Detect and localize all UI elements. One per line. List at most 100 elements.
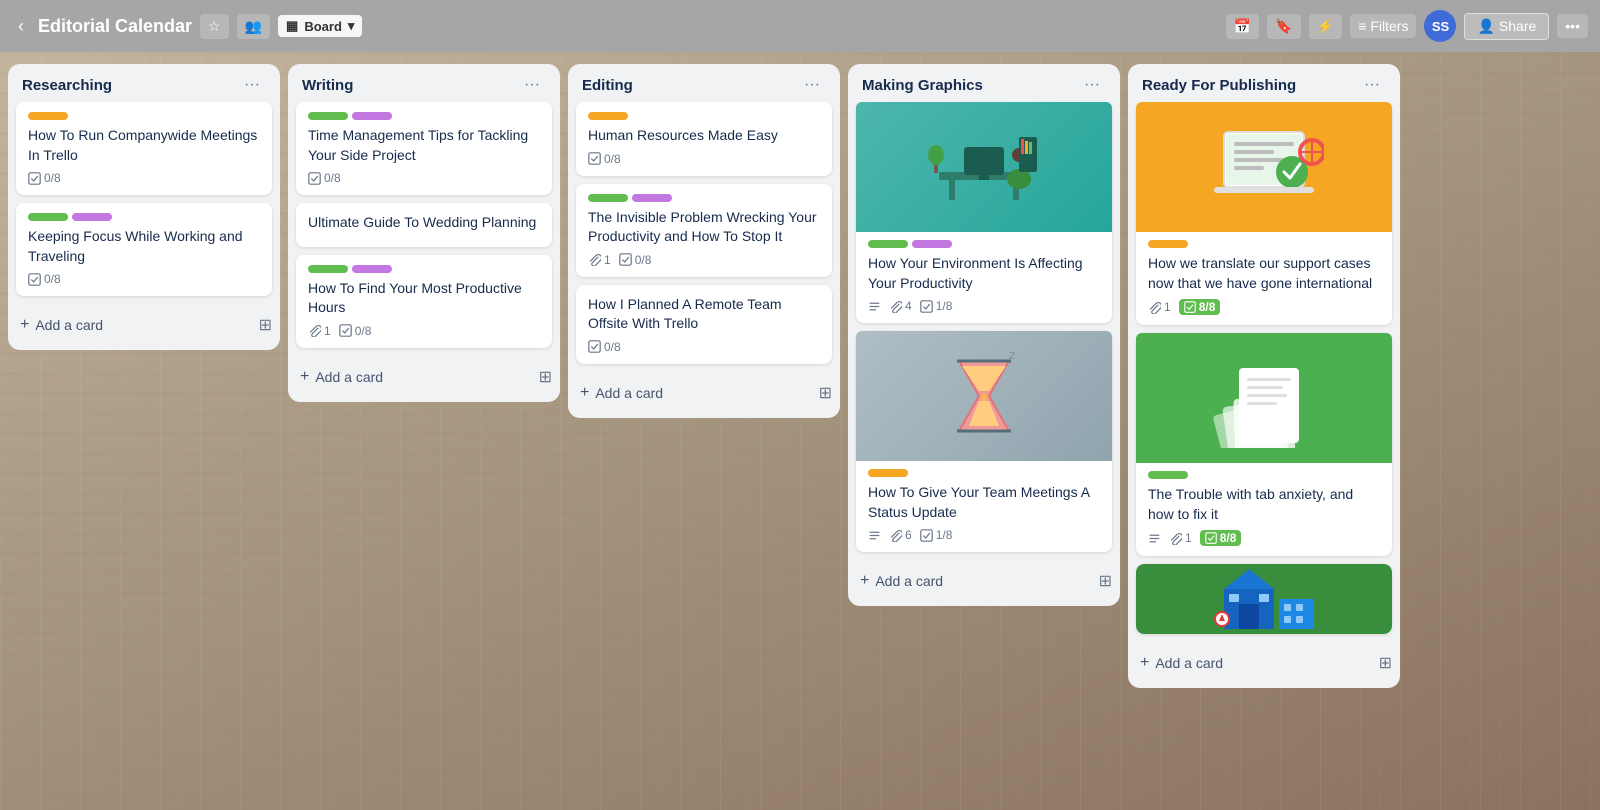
- attach-meta-mg2: 6: [889, 528, 912, 542]
- stacked-pages-illustration: [1204, 348, 1324, 448]
- label-purple-mg1: [912, 240, 952, 248]
- label-green-e2: [588, 194, 628, 202]
- card-w3[interactable]: How To Find Your Most Productive Hours 1…: [296, 255, 552, 348]
- board-type-label: Board: [304, 19, 342, 34]
- attach-icon-w3: [308, 324, 321, 337]
- card-meta-e3: 0/8: [588, 340, 820, 354]
- bookmark-button[interactable]: 🔖: [1267, 14, 1300, 39]
- add-card-button-researching[interactable]: + Add a card: [16, 310, 259, 340]
- card-e1[interactable]: Human Resources Made Easy 0/8: [576, 102, 832, 176]
- checklist-icon-mg1: [920, 300, 933, 313]
- back-button[interactable]: ‹: [12, 12, 30, 41]
- card-labels-e2: [588, 194, 820, 202]
- card-title-e3: How I Planned A Remote Team Offsite With…: [588, 295, 820, 334]
- add-card-button-ready-for-publishing[interactable]: + Add a card: [1136, 648, 1379, 678]
- team-button[interactable]: 👥: [237, 14, 270, 39]
- card-r2[interactable]: Keeping Focus While Working and Travelin…: [16, 203, 272, 296]
- card-labels-w1: [308, 112, 540, 120]
- list-meta-rfp2: [1148, 532, 1161, 545]
- add-card-button-making-graphics[interactable]: + Add a card: [856, 566, 1099, 596]
- template-button-writing[interactable]: ⊞: [539, 367, 552, 387]
- label-green-w1: [308, 112, 348, 120]
- hourglass-illustration: Z Z Z: [924, 341, 1044, 451]
- template-button-researching[interactable]: ⊞: [259, 315, 272, 335]
- lightning-button[interactable]: ⚡: [1309, 14, 1342, 39]
- more-button[interactable]: •••: [1557, 14, 1588, 38]
- column-menu-button-researching[interactable]: ···: [238, 74, 266, 96]
- dropdown-chevron-icon: ▾: [348, 18, 355, 34]
- card-r1[interactable]: How To Run Companywide Meetings In Trell…: [16, 102, 272, 195]
- attach-icon-rfp2: [1169, 532, 1182, 545]
- attach-icon-e2: [588, 253, 601, 266]
- card-image-mg1: [856, 102, 1112, 232]
- checklist-icon-w3: [339, 324, 352, 337]
- star-button[interactable]: ☆: [200, 14, 229, 39]
- plus-icon-ready-for-publishing: +: [1140, 654, 1149, 672]
- card-title-w3: How To Find Your Most Productive Hours: [308, 279, 540, 318]
- meditation-illustration: [924, 117, 1044, 217]
- board-type-badge[interactable]: ▦ Board ▾: [278, 15, 362, 37]
- column-header-writing: Writing ···: [288, 64, 560, 102]
- card-mg2[interactable]: Z Z Z: [856, 331, 1112, 552]
- attach-icon-mg2: [889, 529, 902, 542]
- template-button-editing[interactable]: ⊞: [819, 383, 832, 403]
- list-icon-mg2: [868, 529, 881, 542]
- column-body-writing: Time Management Tips for Tackling Your S…: [288, 102, 560, 356]
- laptop-check-illustration: [1204, 117, 1324, 217]
- add-card-button-writing[interactable]: + Add a card: [296, 362, 539, 392]
- label-green-w3: [308, 265, 348, 273]
- attach-meta-rfp1: 1: [1148, 300, 1171, 314]
- card-rfp2[interactable]: The Trouble with tab anxiety, and how to…: [1136, 333, 1392, 556]
- card-e3[interactable]: How I Planned A Remote Team Offsite With…: [576, 285, 832, 364]
- calendar-button[interactable]: 📅: [1226, 14, 1259, 39]
- template-button-making-graphics[interactable]: ⊞: [1099, 571, 1112, 591]
- board: Researching ··· How To Run Companywide M…: [0, 52, 1600, 810]
- label-green-mg1: [868, 240, 908, 248]
- share-button[interactable]: 👤 Share: [1464, 13, 1549, 40]
- board-icon: ▦: [286, 18, 298, 34]
- card-title-mg1: How Your Environment Is Affecting Your P…: [868, 254, 1100, 293]
- card-meta-r2: 0/8: [28, 272, 260, 286]
- checklist-meta-mg1: 1/8: [920, 299, 953, 313]
- column-menu-button-writing[interactable]: ···: [518, 74, 546, 96]
- card-title-r1: How To Run Companywide Meetings In Trell…: [28, 126, 260, 165]
- list-icon-rfp2: [1148, 532, 1161, 545]
- column-header-ready-for-publishing: Ready For Publishing ···: [1128, 64, 1400, 102]
- column-footer-ready-for-publishing: + Add a card ⊞: [1128, 642, 1400, 688]
- label-yellow-rfp1: [1148, 240, 1188, 248]
- avatar[interactable]: SS: [1424, 10, 1456, 42]
- plus-icon-making-graphics: +: [860, 572, 869, 590]
- card-mg1[interactable]: How Your Environment Is Affecting Your P…: [856, 102, 1112, 323]
- card-meta-r1: 0/8: [28, 171, 260, 185]
- column-footer-making-graphics: + Add a card ⊞: [848, 560, 1120, 606]
- card-meta-mg1: 4 1/8: [868, 299, 1100, 313]
- label-green-rfp2: [1148, 471, 1188, 479]
- card-w1[interactable]: Time Management Tips for Tackling Your S…: [296, 102, 552, 195]
- column-menu-button-making-graphics[interactable]: ···: [1078, 74, 1106, 96]
- card-e2[interactable]: The Invisible Problem Wrecking Your Prod…: [576, 184, 832, 277]
- column-menu-button-editing[interactable]: ···: [798, 74, 826, 96]
- card-rfp1[interactable]: How we translate our support cases now t…: [1136, 102, 1392, 325]
- checklist-complete-rfp2: 8/8: [1200, 530, 1242, 546]
- add-card-label-ready-for-publishing: Add a card: [1155, 655, 1223, 671]
- column-menu-button-ready-for-publishing[interactable]: ···: [1358, 74, 1386, 96]
- list-meta-mg2: [868, 529, 881, 542]
- card-title-e1: Human Resources Made Easy: [588, 126, 820, 146]
- card-title-mg2: How To Give Your Team Meetings A Status …: [868, 483, 1100, 522]
- template-button-ready-for-publishing[interactable]: ⊞: [1379, 653, 1392, 673]
- card-w2[interactable]: Ultimate Guide To Wedding Planning: [296, 203, 552, 247]
- add-card-button-editing[interactable]: + Add a card: [576, 378, 819, 408]
- card-meta-e1: 0/8: [588, 152, 820, 166]
- card-title-r2: Keeping Focus While Working and Travelin…: [28, 227, 260, 266]
- card-labels-r2: [28, 213, 260, 221]
- label-purple-w3: [352, 265, 392, 273]
- column-ready-for-publishing: Ready For Publishing ···: [1128, 64, 1400, 688]
- card-meta-rfp1: 1 8/8: [1148, 299, 1380, 315]
- checklist-icon-w1: [308, 172, 321, 185]
- card-rfp3[interactable]: [1136, 564, 1392, 634]
- filters-button[interactable]: ≡ Filters: [1350, 14, 1416, 38]
- column-body-editing: Human Resources Made Easy 0/8 The Invisi…: [568, 102, 840, 372]
- card-labels-e1: [588, 112, 820, 120]
- label-yellow-mg2: [868, 469, 908, 477]
- checklist-meta-mg2: 1/8: [920, 528, 953, 542]
